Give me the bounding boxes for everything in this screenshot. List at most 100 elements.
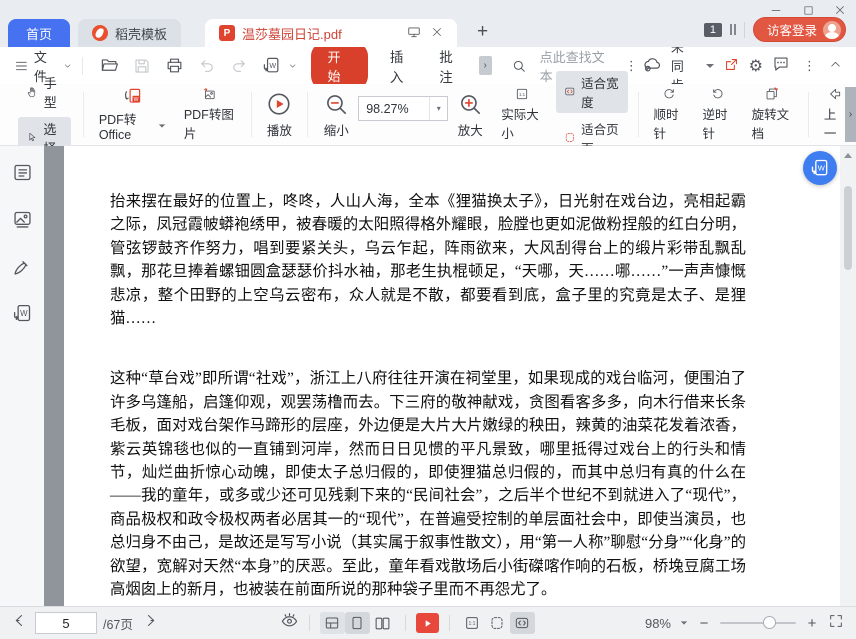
zoom-out-button[interactable]: 缩小 xyxy=(314,87,358,142)
collapse-ribbon-icon[interactable] xyxy=(829,58,842,74)
play-circle-icon xyxy=(268,92,290,115)
gear-icon[interactable]: ⚙ xyxy=(749,56,763,75)
hand-tool-label: 手型 xyxy=(43,75,57,110)
share-icon[interactable] xyxy=(723,56,740,76)
undo-button[interactable] xyxy=(191,57,223,75)
search-icon[interactable] xyxy=(504,58,534,74)
outline-panel-icon[interactable] xyxy=(12,162,33,188)
fit-width-button[interactable]: 适合宽度 xyxy=(555,70,628,113)
convert-to-word-float-button[interactable]: W xyxy=(803,151,837,185)
play-label: 播放 xyxy=(266,123,292,138)
cursor-icon xyxy=(29,132,36,142)
window-count-badge[interactable]: 1 xyxy=(703,22,722,37)
zoom-percent-caret-icon[interactable] xyxy=(680,621,688,625)
svg-text:W: W xyxy=(20,309,28,318)
zoom-plus-button[interactable]: + xyxy=(805,615,819,632)
zoom-dropdown-icon[interactable]: ▾ xyxy=(429,97,447,120)
fit-page-status-button[interactable] xyxy=(485,612,510,634)
ribbon-expand-strip[interactable]: › xyxy=(845,87,856,142)
save-button[interactable] xyxy=(126,57,158,75)
pdf-to-image-label: PDF转图片 xyxy=(183,108,234,141)
window-switch-icon[interactable] xyxy=(729,24,736,35)
tab-comment[interactable]: 批注 xyxy=(439,46,464,86)
slideshow-play-button[interactable] xyxy=(415,613,439,633)
page-number-input[interactable] xyxy=(35,612,97,634)
tab-close-icon[interactable] xyxy=(431,26,443,41)
image-panel-icon[interactable] xyxy=(12,209,33,235)
hand-tool-button[interactable]: 手型 xyxy=(18,71,71,113)
close-icon[interactable] xyxy=(834,4,846,16)
tab-home[interactable]: 首页 xyxy=(8,19,70,47)
word-convert-icon: W xyxy=(811,159,828,176)
scroll-up-icon[interactable] xyxy=(844,153,852,158)
open-file-button[interactable] xyxy=(93,56,126,75)
rotate-document-button[interactable]: 旋转文档 xyxy=(743,87,802,142)
zoom-out-icon xyxy=(327,94,347,114)
tab-start[interactable]: 开始 xyxy=(311,41,368,90)
zoom-input[interactable] xyxy=(359,101,430,116)
print-button[interactable] xyxy=(158,56,191,75)
page-total-label: /67页 xyxy=(103,617,133,632)
single-page-view-button[interactable] xyxy=(344,612,370,634)
left-sidebar: W xyxy=(0,146,44,606)
rotate-clockwise-button[interactable]: 顺时针 xyxy=(644,87,693,142)
more-menu-icon[interactable]: ⋮ xyxy=(799,58,820,74)
rotate-counterclockwise-button[interactable]: 逆时针 xyxy=(694,87,743,142)
scrollbar-thumb[interactable] xyxy=(844,186,852,270)
document-area: W 抬来摆在最好的位置上，咚咚，人山人海，全本《狸猫换太子》，日光射在戏台边，亮… xyxy=(0,146,856,606)
eye-protection-icon[interactable] xyxy=(280,611,299,635)
redo-button[interactable] xyxy=(223,57,255,75)
zoom-in-button[interactable]: 放大 xyxy=(448,87,492,142)
zoom-combobox[interactable]: ▾ xyxy=(358,96,449,121)
play-button[interactable]: 播放 xyxy=(257,87,301,142)
tab-insert[interactable]: 插入 xyxy=(390,46,415,86)
tab-document[interactable]: P 温莎墓园日记.pdf xyxy=(205,19,458,47)
fit-buttons: 适合宽度 适合页面 xyxy=(552,70,632,156)
new-tab-button[interactable]: + xyxy=(477,21,488,47)
svg-text:W: W xyxy=(269,62,276,70)
zoom-minus-button[interactable]: − xyxy=(697,615,711,632)
present-monitor-icon[interactable] xyxy=(407,25,421,42)
annotate-pen-icon[interactable] xyxy=(12,256,33,282)
pdf-to-word-panel-icon[interactable]: W xyxy=(12,303,33,329)
next-page-icon[interactable] xyxy=(141,612,158,634)
zoom-slider-knob[interactable] xyxy=(762,616,776,629)
avatar xyxy=(823,20,841,39)
window-controls xyxy=(770,3,846,17)
paragraph: 这种“草台戏”即所谓“社戏”，浙江上八府往往开演在祠堂里，如果现成的戏台临河，便… xyxy=(110,370,746,599)
visitor-login-button[interactable]: 访客登录 xyxy=(752,17,846,42)
tab-home-label: 首页 xyxy=(25,26,52,42)
status-bar: /67页 1:1 98% − + xyxy=(0,606,856,639)
pdf-page[interactable]: 抬来摆在最好的位置上，咚咚，人山人海，全本《狸猫换太子》，日光射在戏台边，亮相起… xyxy=(64,146,840,606)
zoom-controls: 98% − + xyxy=(645,613,844,634)
pdf-to-image-button[interactable]: PDF转图片 xyxy=(175,87,245,142)
previous-page-icon[interactable] xyxy=(12,612,29,634)
sync-caret-icon[interactable] xyxy=(705,63,714,68)
maximize-icon[interactable] xyxy=(802,4,814,16)
two-page-view-button[interactable] xyxy=(370,612,395,634)
title-bar: 首页 稻壳模板 P 温莎墓园日记.pdf + 1 访客登录 xyxy=(0,0,856,47)
comment-expand-icon[interactable]: › xyxy=(478,56,492,75)
minimize-icon[interactable] xyxy=(770,4,782,16)
fit-width-status-button[interactable] xyxy=(509,612,535,634)
reading-mode-button[interactable] xyxy=(319,612,345,634)
actual-size-status-button[interactable]: 1:1 xyxy=(460,612,485,634)
tab-docer-label: 稻壳模板 xyxy=(115,26,168,42)
feedback-icon[interactable] xyxy=(772,55,790,76)
fullscreen-icon[interactable] xyxy=(828,613,844,634)
vertical-scrollbar[interactable] xyxy=(840,146,856,606)
tab-docer-templates[interactable]: 稻壳模板 xyxy=(78,19,182,47)
actual-size-button[interactable]: 1:1 实际大小 xyxy=(492,87,551,142)
export-to-word-button[interactable]: W xyxy=(255,56,288,75)
fit-page-icon xyxy=(565,133,574,142)
pdf-to-office-button[interactable]: W PDF转Office xyxy=(90,87,175,142)
previous-view-label: 上一 xyxy=(823,108,837,141)
zoom-slider[interactable] xyxy=(720,616,796,629)
cloud-sync-icon[interactable] xyxy=(642,54,662,77)
one-to-one-icon: 1:1 xyxy=(516,88,528,100)
zoom-percent-label[interactable]: 98% xyxy=(645,616,671,631)
login-label: 访客登录 xyxy=(766,24,817,38)
chevron-down-icon[interactable] xyxy=(288,61,297,71)
ribbon: 手型 选择 W PDF转Office PDF转图片 播放 缩小 ▾ 放大 1:1… xyxy=(0,70,856,159)
menu-bar: 文件 W 开始 插入 批注 › 点此查找文本 ⋮ 未同步 ⚙ ⋮ xyxy=(0,40,856,93)
